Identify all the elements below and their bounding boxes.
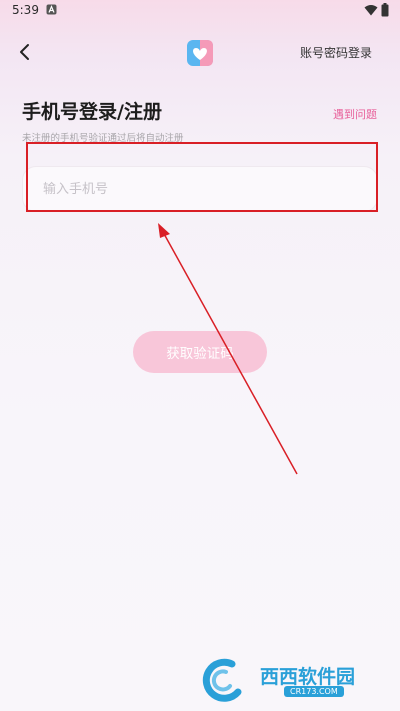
watermark-domain: CR173.COM [284,686,344,697]
heart-logo-icon [187,40,213,66]
watermark: 西西软件园 CR173.COM [202,658,388,702]
watermark-logo-icon [202,658,242,702]
page-title: 手机号登录/注册 [22,101,162,123]
back-button[interactable] [12,38,40,66]
wifi-icon [364,5,378,16]
status-time: 5:39 [12,3,39,17]
battery-icon [381,3,389,17]
account-password-login-link[interactable]: 账号密码登录 [300,44,372,61]
status-bar: 5:39 [0,0,400,22]
problem-help-link[interactable]: 遇到问题 [333,106,377,122]
chevron-left-icon [20,44,29,60]
a-letter-icon [46,4,57,15]
annotation-highlight-box [26,142,378,212]
watermark-brand: 西西软件园 [260,666,356,688]
get-verification-code-button[interactable]: 获取验证码 [133,331,267,373]
